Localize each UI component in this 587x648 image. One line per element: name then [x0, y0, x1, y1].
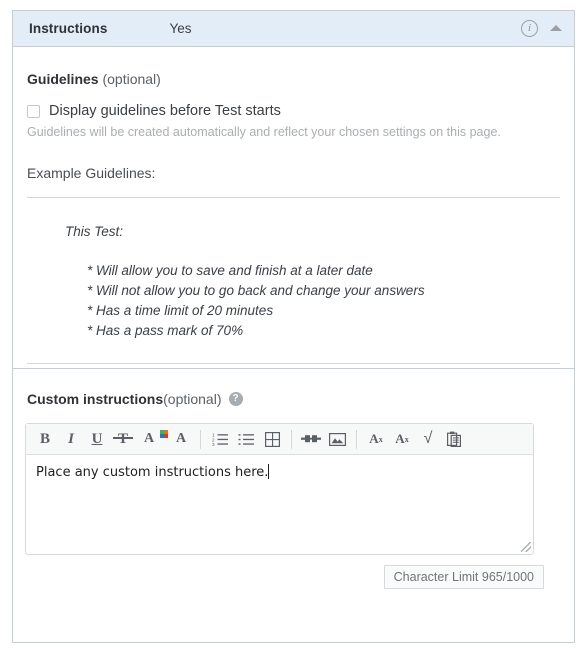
subscript-letter: A [395, 431, 405, 446]
guidelines-inner: Guidelines (optional) Display guidelines… [13, 71, 574, 181]
list-item: * Will allow you to save and finish at a… [87, 263, 373, 278]
example-items-list: * Will allow you to save and finish at a… [87, 261, 574, 341]
underline-button[interactable]: U [84, 426, 110, 452]
custom-instructions-label-strong: Custom instructions [27, 391, 164, 407]
panel-header[interactable]: Instructions Yes i [13, 11, 574, 47]
info-circle-icon[interactable]: i [521, 20, 538, 37]
superscript-button[interactable]: Ax [363, 426, 389, 452]
table-button[interactable] [259, 426, 285, 452]
custom-instructions-text: Place any custom instructions here. [36, 465, 269, 480]
image-button[interactable] [324, 426, 350, 452]
superscript-letter: A [369, 431, 379, 446]
character-limit-badge: Character Limit 965/1000 [383, 565, 544, 589]
toolbar-separator [200, 429, 201, 449]
example-rule-bottom [27, 363, 560, 364]
display-guidelines-checkbox[interactable] [27, 104, 40, 118]
question-mark-icon[interactable]: ? [228, 392, 243, 406]
example-rule-bottom-wrap [13, 363, 574, 364]
bullet-list-button[interactable] [233, 426, 259, 452]
bold-button[interactable]: B [32, 426, 58, 452]
caret-up-icon[interactable] [550, 24, 562, 31]
custom-instructions-label: Custom instructions (optional) ? [27, 391, 560, 407]
guidelines-label-strong: Guidelines [27, 71, 99, 87]
example-guidelines-box: This Test: * Will allow you to save and … [13, 198, 574, 363]
example-guidelines-label: Example Guidelines: [27, 165, 156, 181]
custom-instructions-inner: Custom instructions (optional) ? [13, 391, 574, 407]
panel-header-actions: i [521, 11, 562, 46]
list-item: * Has a pass mark of 70% [87, 323, 244, 338]
strikethrough-button[interactable]: T [110, 426, 136, 452]
svg-text:3: 3 [212, 442, 215, 446]
toolbar-separator [356, 429, 357, 449]
custom-instructions-section: Custom instructions (optional) ? B I U T… [13, 369, 574, 589]
panel-title: Instructions [29, 21, 108, 36]
display-guidelines-row[interactable]: Display guidelines before Test starts [27, 103, 560, 119]
numbered-list-button[interactable]: 1 2 3 [207, 426, 233, 452]
superscript-mark: x [378, 434, 383, 444]
rich-text-editor: B I U T A A 1 2 3 A x A x √ Place any cu… [25, 423, 534, 555]
text-cursor [268, 464, 270, 479]
custom-instructions-label-optional: (optional) [163, 391, 222, 407]
text-color-letter: A [143, 431, 155, 446]
list-item: * Has a time limit of 20 minutes [87, 303, 274, 318]
guidelines-section: Guidelines (optional) Display guidelines… [13, 47, 574, 369]
paste-button[interactable] [441, 426, 467, 452]
list-item: * Will not allow you to go back and chan… [87, 283, 425, 298]
example-this-test: This Test: [65, 224, 124, 239]
guidelines-label: Guidelines (optional) [27, 71, 560, 87]
guidelines-hint: Guidelines will be created automatically… [27, 125, 501, 139]
instructions-panel: Instructions Yes i Guidelines (optional)… [12, 10, 575, 643]
background-color-button[interactable]: A [168, 426, 194, 452]
character-limit-wrap: Character Limit 965/1000 [13, 565, 574, 589]
resize-handle[interactable] [521, 542, 531, 552]
toolbar-separator [291, 429, 292, 449]
display-guidelines-label: Display guidelines before Test starts [49, 103, 281, 119]
instructions-page: Instructions Yes i Guidelines (optional)… [0, 0, 587, 648]
math-button[interactable]: √ [415, 426, 441, 452]
subscript-button[interactable]: Ax [389, 426, 415, 452]
editor-toolbar: B I U T A A 1 2 3 A x A x √ [26, 424, 533, 455]
link-button[interactable] [298, 426, 324, 452]
text-color-button[interactable]: A [136, 426, 168, 452]
panel-header-value: Yes [169, 21, 192, 36]
italic-button[interactable]: I [58, 426, 84, 452]
color-swatch-icon [160, 430, 168, 438]
guidelines-label-optional: (optional) [102, 71, 161, 87]
subscript-mark: x [404, 434, 409, 444]
custom-instructions-textarea[interactable]: Place any custom instructions here. [26, 455, 533, 554]
